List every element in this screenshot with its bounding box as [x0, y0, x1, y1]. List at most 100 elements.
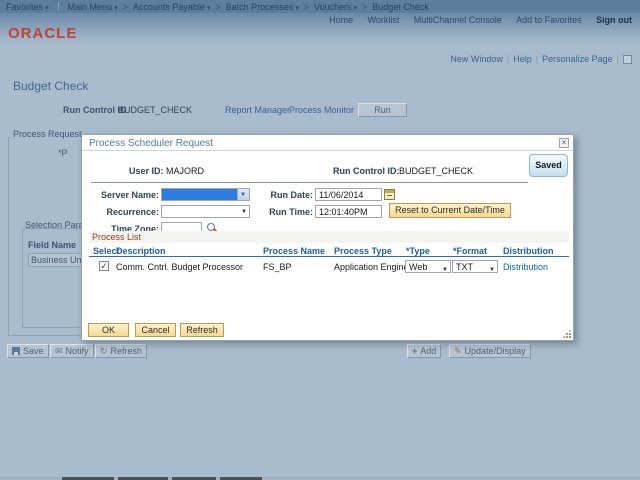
save-button[interactable]: Save	[7, 344, 49, 358]
server-name-dropdown[interactable]: ▼	[161, 188, 250, 201]
cancel-button[interactable]: Cancel	[135, 323, 176, 337]
business-unit-cell: Business Uni	[28, 253, 86, 267]
chevron-right-icon: >	[362, 2, 367, 12]
multichannel-console-link[interactable]: MultiChannel Console	[414, 15, 502, 25]
process-list-column-headers: Select Description Process Name Process …	[89, 245, 569, 257]
column-process-name: Process Name	[263, 246, 325, 256]
help-link[interactable]: Help	[513, 54, 532, 64]
process-monitor-link[interactable]: Process Monitor	[289, 105, 354, 115]
recurrence-label: Recurrence:	[82, 207, 159, 217]
notify-button[interactable]: ✉ Notify	[50, 344, 94, 358]
chevron-down-icon: ▾	[354, 5, 358, 12]
run-control-id-value: BUDGET_CHECK	[399, 166, 473, 176]
dialog-title: Process Scheduler Request	[89, 138, 213, 149]
refresh-icon: ↻	[100, 347, 108, 356]
chevron-down-icon: ▼	[241, 209, 247, 215]
run-time-input[interactable]: 12:01:40PM	[315, 205, 382, 218]
process-list-header: Process List	[89, 231, 569, 243]
link-separator: |	[617, 54, 619, 64]
add-button[interactable]: + Add	[407, 344, 441, 358]
run-button[interactable]: Run	[358, 103, 407, 117]
ok-button[interactable]: OK	[88, 323, 129, 337]
breadcrumb-main-menu[interactable]: Main Menu▾	[68, 2, 118, 12]
recurrence-dropdown[interactable]: ▼	[161, 205, 250, 218]
run-time-label: Run Time:	[253, 207, 313, 217]
resize-handle[interactable]	[563, 330, 571, 338]
run-date-input[interactable]: 11/06/2014	[315, 188, 382, 201]
home-link[interactable]: Home	[329, 15, 353, 25]
format-dropdown[interactable]: TXT▼	[452, 260, 498, 273]
pencil-icon: ✎	[454, 347, 462, 356]
process-scheduler-request-dialog: Process Scheduler Request × Saved User I…	[81, 134, 574, 341]
notify-icon: ✉	[55, 347, 63, 356]
breadcrumb-accounts-payable[interactable]: Accounts Payable▾	[133, 2, 211, 12]
process-type: Application Engine	[334, 262, 409, 272]
add-icon: +	[412, 347, 417, 356]
column-process-type: Process Type	[334, 246, 392, 256]
chevron-down-icon: ▼	[489, 264, 495, 276]
page-tools: New Window | Help | Personalize Page |	[450, 54, 632, 64]
process-name: FS_BP	[263, 262, 292, 272]
add-to-favorites-link[interactable]: Add to Favorites	[516, 15, 582, 25]
link-separator: |	[405, 15, 407, 25]
link-separator: |	[508, 15, 510, 25]
chevron-right-icon: >	[215, 2, 220, 12]
run-control-id-label: Run Control ID:	[333, 166, 400, 176]
refresh-button[interactable]: ↻ Refresh	[95, 344, 147, 358]
dialog-refresh-button[interactable]: Refresh	[180, 323, 224, 337]
sign-out-link[interactable]: Sign out	[596, 15, 632, 25]
run-control-row: Run Control ID BUDGET_CHECK Report Manag…	[0, 103, 640, 117]
column-type: *Type	[406, 246, 430, 256]
screen: Favorites▾ Main Menu▾ > Accounts Payable…	[0, 0, 640, 480]
breadcrumb-vouchers[interactable]: Vouchers▾	[314, 2, 357, 12]
divider	[91, 182, 528, 183]
link-separator: |	[359, 15, 361, 25]
save-icon	[12, 347, 20, 355]
user-id-value: MAJORD	[166, 166, 204, 176]
dropdown-arrow-button[interactable]: ▼	[237, 189, 249, 200]
server-name-label: Server Name:	[82, 190, 159, 200]
column-format: *Format	[453, 246, 487, 256]
server-name-selection	[162, 189, 238, 200]
breadcrumb-favorites[interactable]: Favorites▾	[6, 2, 49, 12]
column-description: Description	[116, 246, 166, 256]
breadcrumb-current-page: Budget Check	[372, 2, 429, 12]
calendar-icon[interactable]	[384, 189, 395, 200]
select-checkbox[interactable]: ✓	[99, 261, 109, 271]
process-description: Comm. Cntrl. Budget Processor	[116, 262, 243, 272]
chevron-down-icon: ▾	[295, 5, 299, 12]
distribution-link[interactable]: Distribution	[503, 262, 548, 272]
link-separator: |	[588, 15, 590, 25]
report-manager-link[interactable]: Report Manager	[225, 105, 290, 115]
chevron-right-icon: >	[304, 2, 309, 12]
link-separator: |	[507, 54, 509, 64]
column-distribution: Distribution	[503, 246, 554, 256]
page-title: Budget Check	[13, 79, 88, 93]
oracle-logo: ORACLE	[8, 25, 77, 42]
chevron-right-icon: >	[123, 2, 128, 12]
process-frequency-partial-label: *P	[58, 148, 68, 158]
breadcrumb: Favorites▾ Main Menu▾ > Accounts Payable…	[0, 0, 640, 13]
chevron-down-icon: ▼	[240, 192, 246, 198]
reset-date-time-button[interactable]: Reset to Current Date/Time	[389, 203, 511, 218]
run-control-id-label: Run Control ID	[63, 105, 127, 115]
breadcrumb-batch-processes[interactable]: Batch Processes▾	[226, 2, 299, 12]
utility-links: Home | Worklist | MultiChannel Console |…	[329, 15, 632, 25]
table-row: ✓ Comm. Cntrl. Budget Processor FS_BP Ap…	[89, 260, 569, 274]
chevron-down-icon: ▾	[207, 5, 211, 12]
run-control-id-value: BUDGET_CHECK	[118, 105, 192, 115]
chevron-down-icon: ▾	[114, 5, 118, 12]
user-id-label: User ID:	[129, 166, 164, 176]
run-date-label: Run Date:	[253, 190, 313, 200]
chevron-down-icon: ▼	[442, 264, 448, 276]
type-dropdown[interactable]: Web▼	[405, 260, 451, 273]
link-separator: |	[536, 54, 538, 64]
new-window-link[interactable]: New Window	[450, 54, 503, 64]
personalize-page-link[interactable]: Personalize Page	[542, 54, 613, 64]
update-display-button[interactable]: ✎ Update/Display	[449, 344, 531, 358]
close-icon[interactable]: ×	[559, 138, 569, 148]
personalize-layout-icon[interactable]	[623, 55, 632, 64]
worklist-link[interactable]: Worklist	[368, 15, 400, 25]
saved-status-badge: Saved	[529, 154, 568, 177]
process-request-label: Process Request	[11, 129, 84, 139]
